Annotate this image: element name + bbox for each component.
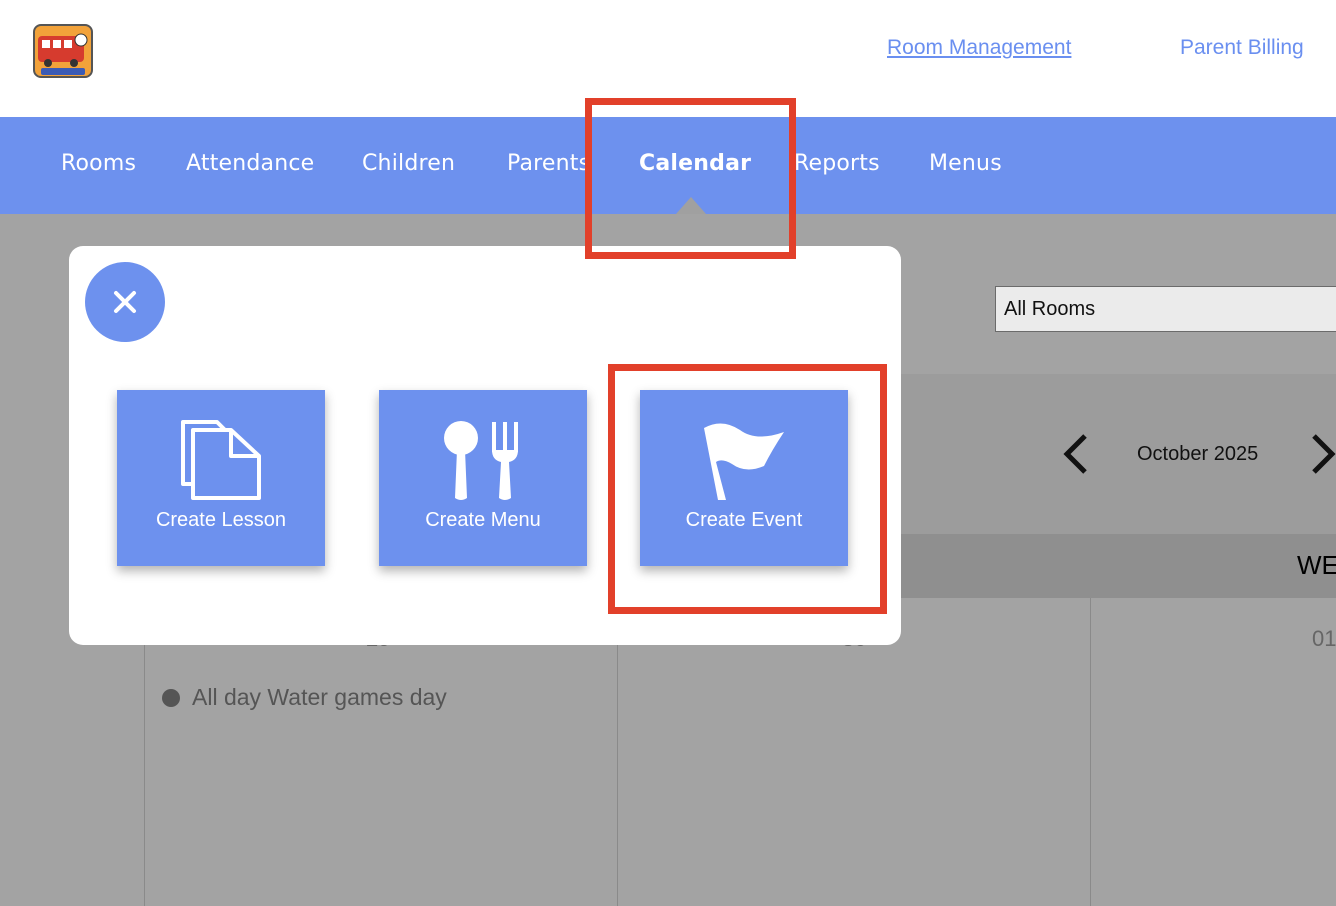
event-title: All day Water games day: [192, 684, 447, 710]
calendar-event[interactable]: All day Water games day: [162, 684, 447, 711]
nav-item-menus[interactable]: Menus: [929, 151, 1002, 176]
nav-item-children[interactable]: Children: [362, 151, 455, 176]
weekday-header-label: WE: [1297, 550, 1336, 580]
prev-month-chevron-icon[interactable]: [1061, 432, 1091, 476]
nav-item-reports[interactable]: Reports: [794, 151, 880, 176]
documents-icon: [117, 420, 325, 502]
close-button[interactable]: [85, 262, 165, 342]
grid-divider: [1090, 598, 1091, 906]
magic-bus-logo-icon[interactable]: [33, 24, 93, 78]
current-month-label: October 2025: [1137, 443, 1259, 465]
spoon-fork-icon: [379, 420, 587, 502]
event-dot-icon: [162, 689, 180, 707]
parent-billing-link[interactable]: Parent Billing: [1180, 36, 1304, 60]
create-event-highlight: [608, 364, 887, 614]
room-management-link[interactable]: Room Management: [887, 36, 1071, 60]
close-icon: [114, 291, 136, 313]
day-number[interactable]: 01: [1312, 626, 1336, 652]
next-month-chevron-icon[interactable]: [1308, 432, 1336, 476]
nav-item-attendance[interactable]: Attendance: [186, 151, 314, 176]
create-lesson-button[interactable]: Create Lesson: [117, 390, 325, 566]
create-lesson-label: Create Lesson: [155, 509, 287, 531]
room-filter-select[interactable]: All Rooms: [995, 286, 1336, 332]
nav-item-parents[interactable]: Parents: [507, 151, 590, 176]
create-menu-label: Create Menu: [425, 509, 541, 531]
create-menu-button[interactable]: Create Menu: [379, 390, 587, 566]
room-filter-value: All Rooms: [1004, 298, 1096, 320]
nav-item-rooms[interactable]: Rooms: [61, 151, 136, 176]
calendar-tab-highlight: [585, 98, 796, 259]
